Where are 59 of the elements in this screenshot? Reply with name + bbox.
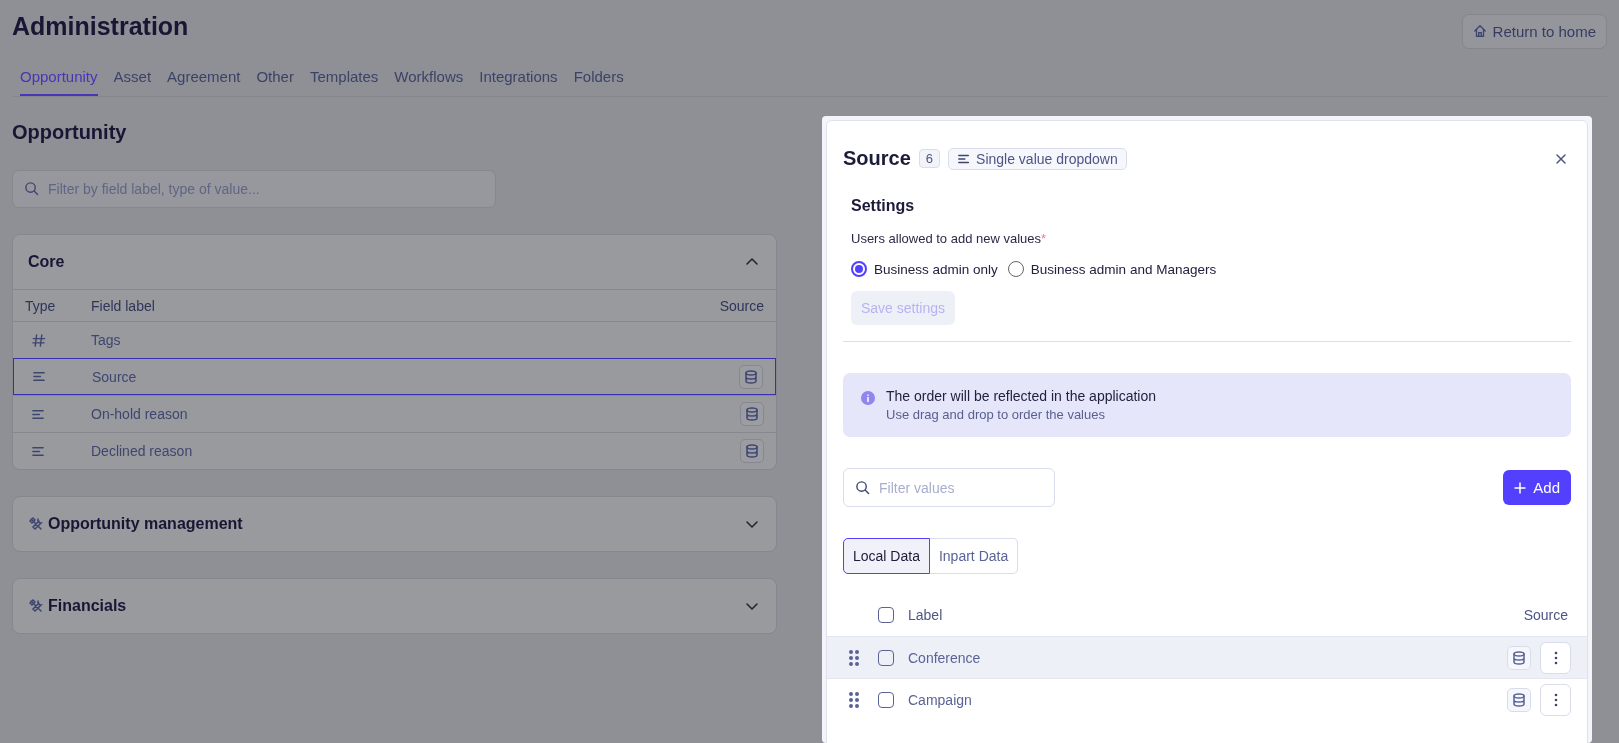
more-icon <box>1553 650 1558 665</box>
table-row[interactable]: On-hold reason <box>13 395 776 432</box>
selected-row[interactable]: Source <box>13 358 776 395</box>
nav-tab[interactable]: Folders <box>573 62 624 96</box>
more-icon <box>1553 692 1558 707</box>
plus-icon <box>1514 481 1527 494</box>
table-cell-text: Declined reason <box>91 443 194 459</box>
table-cell-text: Campaign <box>908 691 973 708</box>
nav-tab[interactable]: Agreement <box>167 62 241 96</box>
filter-field[interactable]: Filter values <box>843 468 1055 507</box>
return-home-button[interactable]: Return to home <box>1461 13 1607 49</box>
data-tab[interactable]: Inpart Data <box>929 538 1019 574</box>
radio-button[interactable] <box>851 261 867 277</box>
column-header: Label <box>908 607 944 623</box>
drag-handle-icon <box>848 690 860 709</box>
search-icon <box>24 181 39 196</box>
field-label: Users allowed to add new values* <box>851 231 1048 246</box>
data-tab[interactable]: Local Data <box>843 538 930 574</box>
search-field[interactable]: Filter by field label, type of value... <box>12 170 496 208</box>
table-cell-text: Tags <box>91 332 122 348</box>
count-badge: 6 <box>918 149 941 168</box>
list-icon <box>32 369 47 384</box>
column-header: Field label <box>91 297 156 314</box>
nav-tab[interactable]: Integrations <box>479 62 558 96</box>
add-button[interactable]: Add <box>1503 470 1571 505</box>
type-tag-label: Single value dropdown <box>976 150 1118 167</box>
drag-handle-icon <box>848 648 860 667</box>
group-title: Opportunity management <box>48 515 243 533</box>
nav-tab[interactable]: Workflows <box>394 62 464 96</box>
table-cell-text: Source <box>92 368 138 385</box>
search-icon <box>855 480 870 495</box>
nav-tab[interactable]: Opportunity <box>20 62 98 96</box>
table-row[interactable]: Declined reason <box>13 432 776 469</box>
row-checkbox[interactable] <box>878 691 894 708</box>
column-header: Source <box>719 297 764 314</box>
panel-title: Source <box>843 147 911 170</box>
radio-label: Business admin only <box>874 261 998 277</box>
group-title: Core <box>28 253 65 271</box>
nav-tab[interactable]: Asset <box>113 62 152 96</box>
page-title: Administration <box>12 11 189 41</box>
close-icon[interactable] <box>1555 152 1567 165</box>
select-all-checkbox[interactable] <box>878 607 894 623</box>
section-title: Opportunity <box>12 121 128 144</box>
info-title: The order will be reflected in the application <box>886 388 1157 404</box>
nav-tab[interactable]: Templates <box>309 62 379 96</box>
row-checkbox[interactable] <box>878 649 894 666</box>
column-header: Type <box>25 297 57 314</box>
table-row[interactable]: Tags <box>13 321 776 358</box>
info-icon <box>860 390 876 406</box>
table-cell-text: Conference <box>908 649 982 666</box>
settings-title: Settings <box>851 197 916 215</box>
nav-tab[interactable]: Other <box>256 62 294 96</box>
home-icon <box>1472 24 1487 38</box>
info-text: Use drag and drop to order the values <box>886 407 1106 422</box>
radio-option[interactable]: Business admin only <box>851 261 998 277</box>
table-cell-text: On-hold reason <box>91 406 189 422</box>
hash-icon <box>31 332 46 348</box>
group-title: Financials <box>48 597 127 615</box>
column-header: Source <box>1523 607 1569 623</box>
